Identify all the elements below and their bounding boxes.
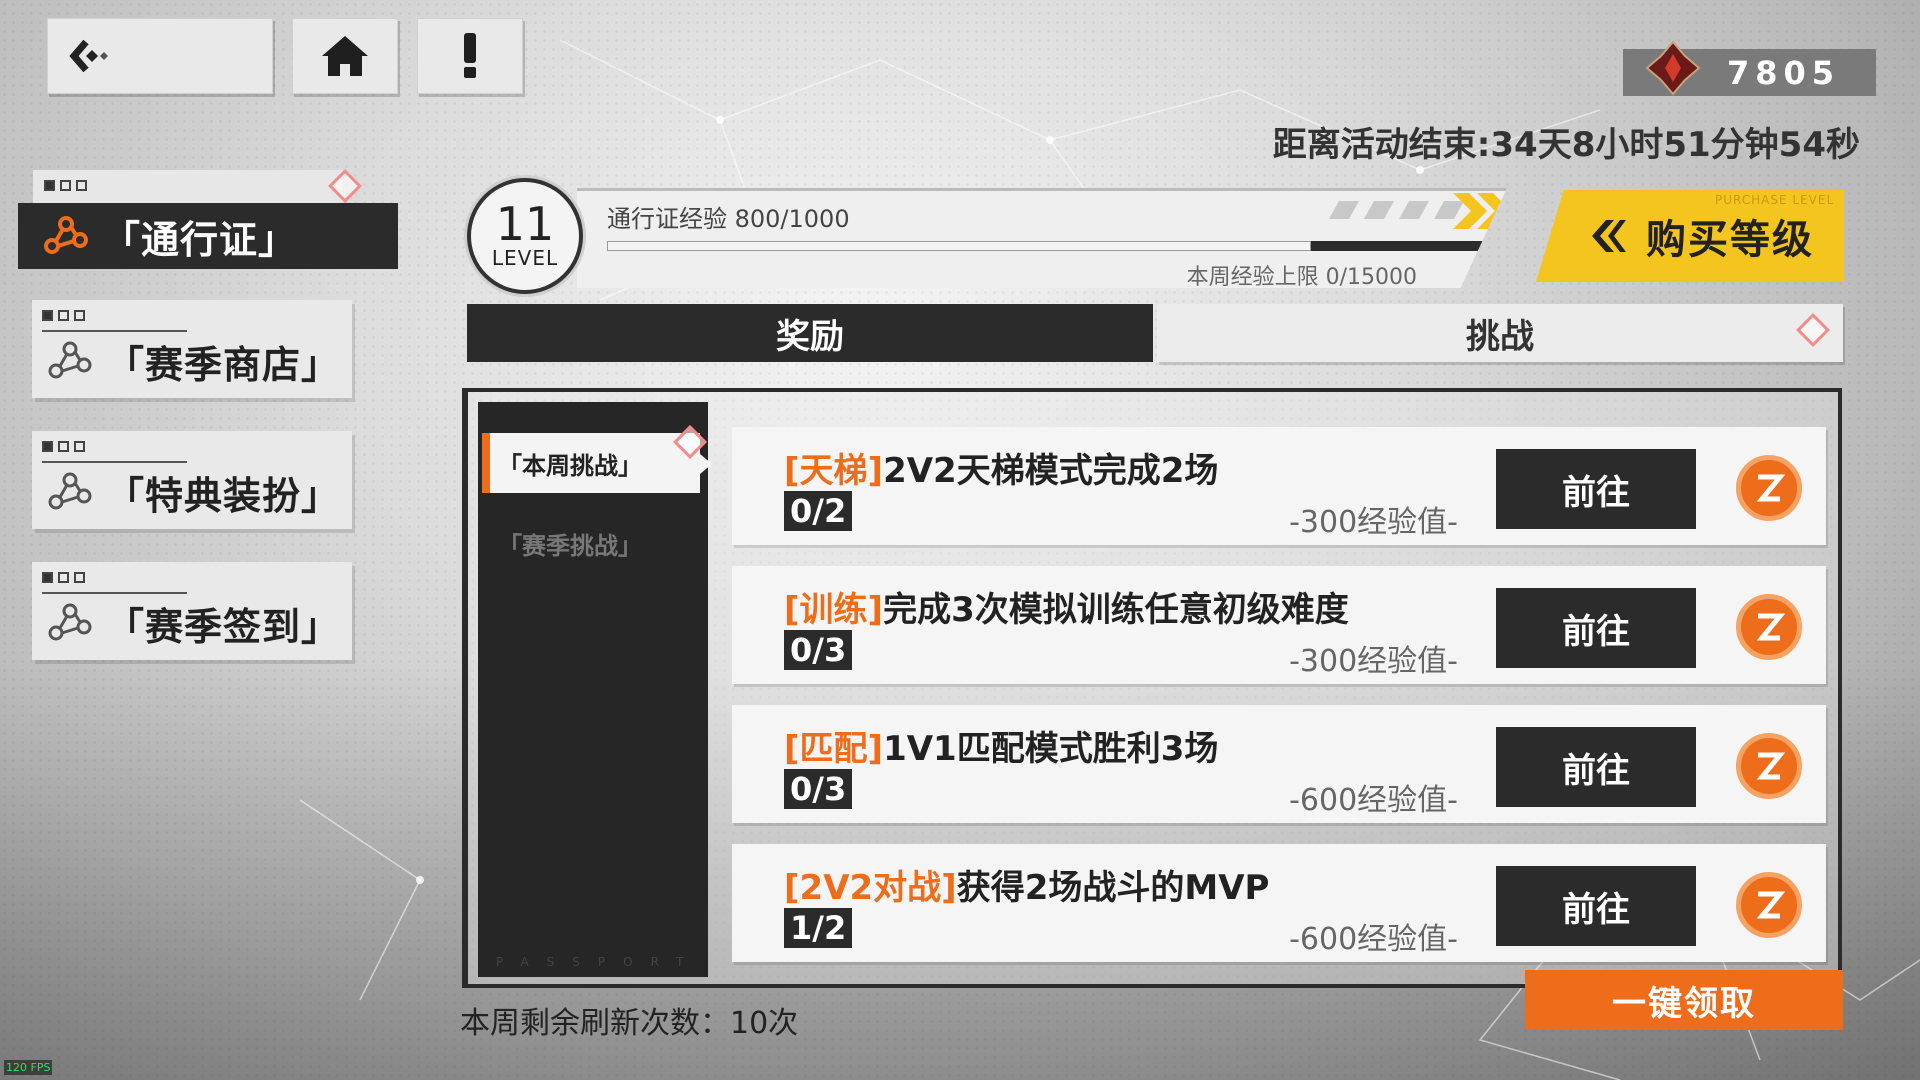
task-text: 获得2场战斗的MVP <box>956 868 1270 908</box>
subnav-watermark: PASSPORT <box>496 955 702 969</box>
task-tag: [匹配] <box>784 729 884 769</box>
sidebar-item-season-shop[interactable]: 「赛季商店」 <box>32 300 352 398</box>
level-section: 通行证经验 800/1000 本周经验上限 0/15000 11 LEVEL <box>467 160 1617 300</box>
sidebar-item-card: 「赛季商店」 <box>32 328 352 394</box>
subnav-label: 「赛季挑战」 <box>498 531 642 560</box>
currency-display: 7805 <box>1623 39 1876 96</box>
page-dots <box>42 572 85 583</box>
sidebar-item-label: 「通行证」 <box>102 217 298 262</box>
task-go-button[interactable]: 前往 <box>1496 866 1696 946</box>
sidebar-item-pass[interactable]: 「通行证」 <box>18 169 398 270</box>
task-reward-icon <box>1736 733 1802 799</box>
double-arrow-left-icon <box>1592 220 1626 252</box>
branch-icon <box>48 341 92 379</box>
double-chevron-icon <box>1453 193 1507 229</box>
task-tag: [训练] <box>784 590 884 630</box>
branch-icon <box>48 603 92 641</box>
subnav-pointer-icon <box>700 454 712 474</box>
subnav-item-season[interactable]: 「赛季挑战」 <box>482 513 700 573</box>
exp-progress-bar <box>607 241 1487 251</box>
task-row: [匹配]1V1匹配模式胜利3场 0/3 -600经验值- 前往 <box>732 705 1826 823</box>
task-tag: [2V2对战] <box>784 868 957 908</box>
event-countdown: 距离活动结束:34天8小时51分钟54秒 <box>1272 125 1860 165</box>
task-text: 1V1匹配模式胜利3场 <box>883 729 1219 769</box>
task-text: 2V2天梯模式完成2场 <box>883 451 1219 491</box>
branch-icon <box>48 472 92 510</box>
sidebar-item-card: 「通行证」 <box>18 203 398 269</box>
task-go-button[interactable]: 前往 <box>1496 449 1696 529</box>
claim-all-button[interactable]: 一键领取 <box>1525 970 1843 1030</box>
buy-level-tag: PURCHASE LEVEL <box>1715 193 1835 207</box>
currency-value: 7805 <box>1727 53 1841 92</box>
task-progress: 0/3 <box>784 630 853 670</box>
new-indicator-icon <box>1796 313 1830 347</box>
refresh-count-text: 本周剩余刷新次数：10次 <box>460 1006 799 1041</box>
level-badge: 11 LEVEL <box>467 178 583 294</box>
task-reward-icon <box>1736 594 1802 660</box>
task-title: [天梯]2V2天梯模式完成2场 <box>784 443 1218 492</box>
task-progress: 0/3 <box>784 769 853 809</box>
task-reward-icon <box>1736 872 1802 938</box>
page-dots <box>42 310 85 321</box>
sidebar-item-card: 「赛季签到」 <box>32 590 352 656</box>
currency-emblem-icon <box>1645 39 1701 96</box>
exp-progress-fill <box>607 241 1311 251</box>
home-icon <box>322 36 368 76</box>
buy-level-label: 购买等级 <box>1646 217 1814 263</box>
sidebar-item-special-outfit[interactable]: 「特典装扮」 <box>32 431 352 529</box>
task-reward: -600经验值- <box>1289 783 1458 818</box>
task-reward: -300经验值- <box>1289 505 1458 540</box>
task-reward: -600经验值- <box>1289 922 1458 957</box>
tab-challenge[interactable]: 挑战 <box>1157 304 1843 362</box>
branch-icon <box>44 216 88 254</box>
page-dots <box>42 441 85 452</box>
task-progress: 1/2 <box>784 908 853 948</box>
home-button[interactable] <box>292 18 398 94</box>
task-go-button[interactable]: 前往 <box>1496 588 1696 668</box>
subnav-item-weekly[interactable]: 「本周挑战」 <box>482 433 700 493</box>
exclamation-icon <box>464 33 476 78</box>
fps-counter: 120 FPS <box>4 1060 53 1075</box>
sidebar-item-season-signin[interactable]: 「赛季签到」 <box>32 562 352 660</box>
tab-challenge-label: 挑战 <box>1466 316 1534 357</box>
task-row: [训练]完成3次模拟训练任意初级难度 0/3 -300经验值- 前往 <box>732 566 1826 684</box>
tab-reward-label: 奖励 <box>776 316 844 357</box>
subnav-label: 「本周挑战」 <box>498 451 642 480</box>
task-title: [匹配]1V1匹配模式胜利3场 <box>784 721 1218 770</box>
notice-button[interactable] <box>417 18 523 94</box>
task-progress: 0/2 <box>784 491 853 531</box>
sidebar-item-label: 「赛季商店」 <box>106 342 341 387</box>
task-reward-icon <box>1736 455 1802 521</box>
sidebar-item-label: 「特典装扮」 <box>106 473 341 518</box>
claim-all-label: 一键领取 <box>1612 983 1756 1024</box>
exp-panel: 通行证经验 800/1000 本周经验上限 0/15000 <box>577 188 1507 288</box>
sidebar-item-card: 「特典装扮」 <box>32 459 352 525</box>
tab-reward[interactable]: 奖励 <box>467 304 1153 362</box>
task-title: [2V2对战]获得2场战斗的MVP <box>784 860 1269 909</box>
exp-label: 通行证经验 800/1000 <box>607 205 850 233</box>
task-reward: -300经验值- <box>1289 644 1458 679</box>
task-row: [天梯]2V2天梯模式完成2场 0/2 -300经验值- 前往 <box>732 427 1826 545</box>
task-row: [2V2对战]获得2场战斗的MVP 1/2 -600经验值- 前往 <box>732 844 1826 962</box>
task-text: 完成3次模拟训练任意初级难度 <box>883 590 1349 630</box>
level-number: 11 <box>495 197 555 251</box>
sidebar-item-label: 「赛季签到」 <box>106 604 341 649</box>
task-tag: [天梯] <box>784 451 884 491</box>
back-arrow-icon <box>69 39 108 73</box>
page-dots <box>44 180 87 191</box>
weekly-exp-cap: 本周经验上限 0/15000 <box>1186 265 1417 290</box>
task-go-button[interactable]: 前往 <box>1496 727 1696 807</box>
task-title: [训练]完成3次模拟训练任意初级难度 <box>784 582 1349 631</box>
challenge-subnav: 「本周挑战」 「赛季挑战」 PASSPORT <box>478 402 712 977</box>
back-button[interactable] <box>47 18 273 94</box>
level-label: LEVEL <box>491 246 559 270</box>
